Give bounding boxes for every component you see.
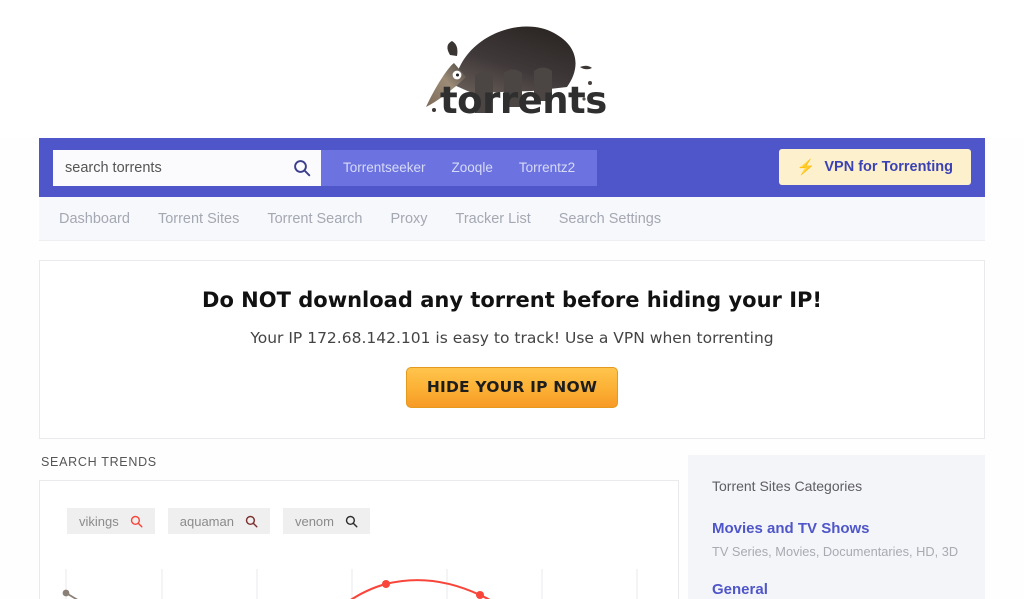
sidebar-category-general: General Movies / TV Shows / Music / Game…: [712, 581, 961, 599]
nav-item-proxy[interactable]: Proxy: [390, 211, 427, 227]
trend-chip-label: vikings: [79, 513, 119, 529]
vpn-warning-banner: Do NOT download any torrent before hidin…: [39, 260, 985, 440]
vpn-for-torrenting-button[interactable]: ⚡ VPN for Torrenting: [778, 149, 971, 185]
bottom-section: SEARCH TRENDS vikings aquaman venom Torr…: [39, 455, 985, 599]
nav-item-search-settings[interactable]: Search Settings: [559, 211, 661, 227]
nav-item-torrent-search[interactable]: Torrent Search: [267, 211, 362, 227]
page-root: torrents Torrentseeker Zooqle Torrentz2: [0, 0, 1024, 599]
series-line-venom: [65, 592, 78, 599]
sidebar-heading: Torrent Sites Categories: [712, 478, 863, 495]
trend-chip-aquaman[interactable]: aquaman: [167, 508, 270, 535]
search-input[interactable]: [65, 159, 293, 176]
search-bar: Torrentseeker Zooqle Torrentz2 ⚡ VPN for…: [39, 138, 985, 197]
nav-item-tracker-list[interactable]: Tracker List: [456, 211, 531, 227]
series-point-venom: [62, 589, 70, 597]
banner-title: Do NOT download any torrent before hidin…: [202, 288, 822, 312]
nav-item-torrent-sites[interactable]: Torrent Sites: [158, 211, 239, 227]
trend-chip-label: venom: [294, 513, 334, 529]
torrent-sites-categories-sidebar: Torrent Sites Categories Movies and TV S…: [688, 455, 985, 599]
search-trends-heading: SEARCH TRENDS: [41, 455, 157, 470]
sidebar-category-subtitle: TV Series, Movies, Documentaries, HD, 3D: [712, 544, 959, 560]
trend-chip-vikings[interactable]: vikings: [67, 508, 155, 535]
search-icon[interactable]: [245, 515, 258, 528]
hide-your-ip-now-button[interactable]: HIDE YOUR IP NOW: [405, 367, 619, 409]
sidebar-category-link[interactable]: General: [712, 581, 961, 598]
anteater-logo-icon: torrents: [412, 7, 612, 132]
site-logo[interactable]: torrents: [0, 0, 1024, 138]
sidebar-category-movies-and-tv-shows: Movies and TV Shows TV Series, Movies, D…: [712, 520, 961, 559]
trends-line-chart: [40, 569, 678, 599]
search-field[interactable]: [53, 149, 321, 186]
bolt-icon: ⚡: [796, 158, 816, 176]
trend-chip-label: aquaman: [179, 513, 234, 529]
main-nav: Dashboard Torrent Sites Torrent Search P…: [39, 197, 985, 241]
banner-subtitle: Your IP 172.68.142.101 is easy to track!…: [250, 329, 774, 348]
search-icon[interactable]: [130, 515, 143, 528]
nav-item-dashboard[interactable]: Dashboard: [59, 211, 130, 227]
series-point-vikings: [476, 591, 484, 599]
trend-chip-list: vikings aquaman venom: [40, 481, 678, 535]
quick-links: Torrentseeker Zooqle Torrentz2: [321, 149, 598, 186]
search-icon[interactable]: [345, 515, 358, 528]
search-icon[interactable]: [293, 159, 311, 177]
header-container: Torrentseeker Zooqle Torrentz2 ⚡ VPN for…: [39, 138, 985, 241]
series-line-vikings: [350, 579, 490, 599]
trend-chip-venom[interactable]: venom: [282, 508, 370, 535]
logo-wordmark: torrents: [440, 78, 607, 122]
quicklink-torrentseeker[interactable]: Torrentseeker: [343, 160, 426, 175]
series-point-vikings: [382, 580, 390, 589]
sidebar-category-link[interactable]: Movies and TV Shows: [712, 520, 961, 537]
quicklink-torrentz2[interactable]: Torrentz2: [519, 160, 575, 175]
search-trends-panel: SEARCH TRENDS vikings aquaman venom: [39, 455, 679, 599]
chart-series-layer: [62, 579, 490, 599]
vpn-button-label: VPN for Torrenting: [824, 159, 953, 175]
quicklink-zooqle[interactable]: Zooqle: [452, 160, 493, 175]
search-trends-chart-card: vikings aquaman venom: [39, 480, 679, 599]
